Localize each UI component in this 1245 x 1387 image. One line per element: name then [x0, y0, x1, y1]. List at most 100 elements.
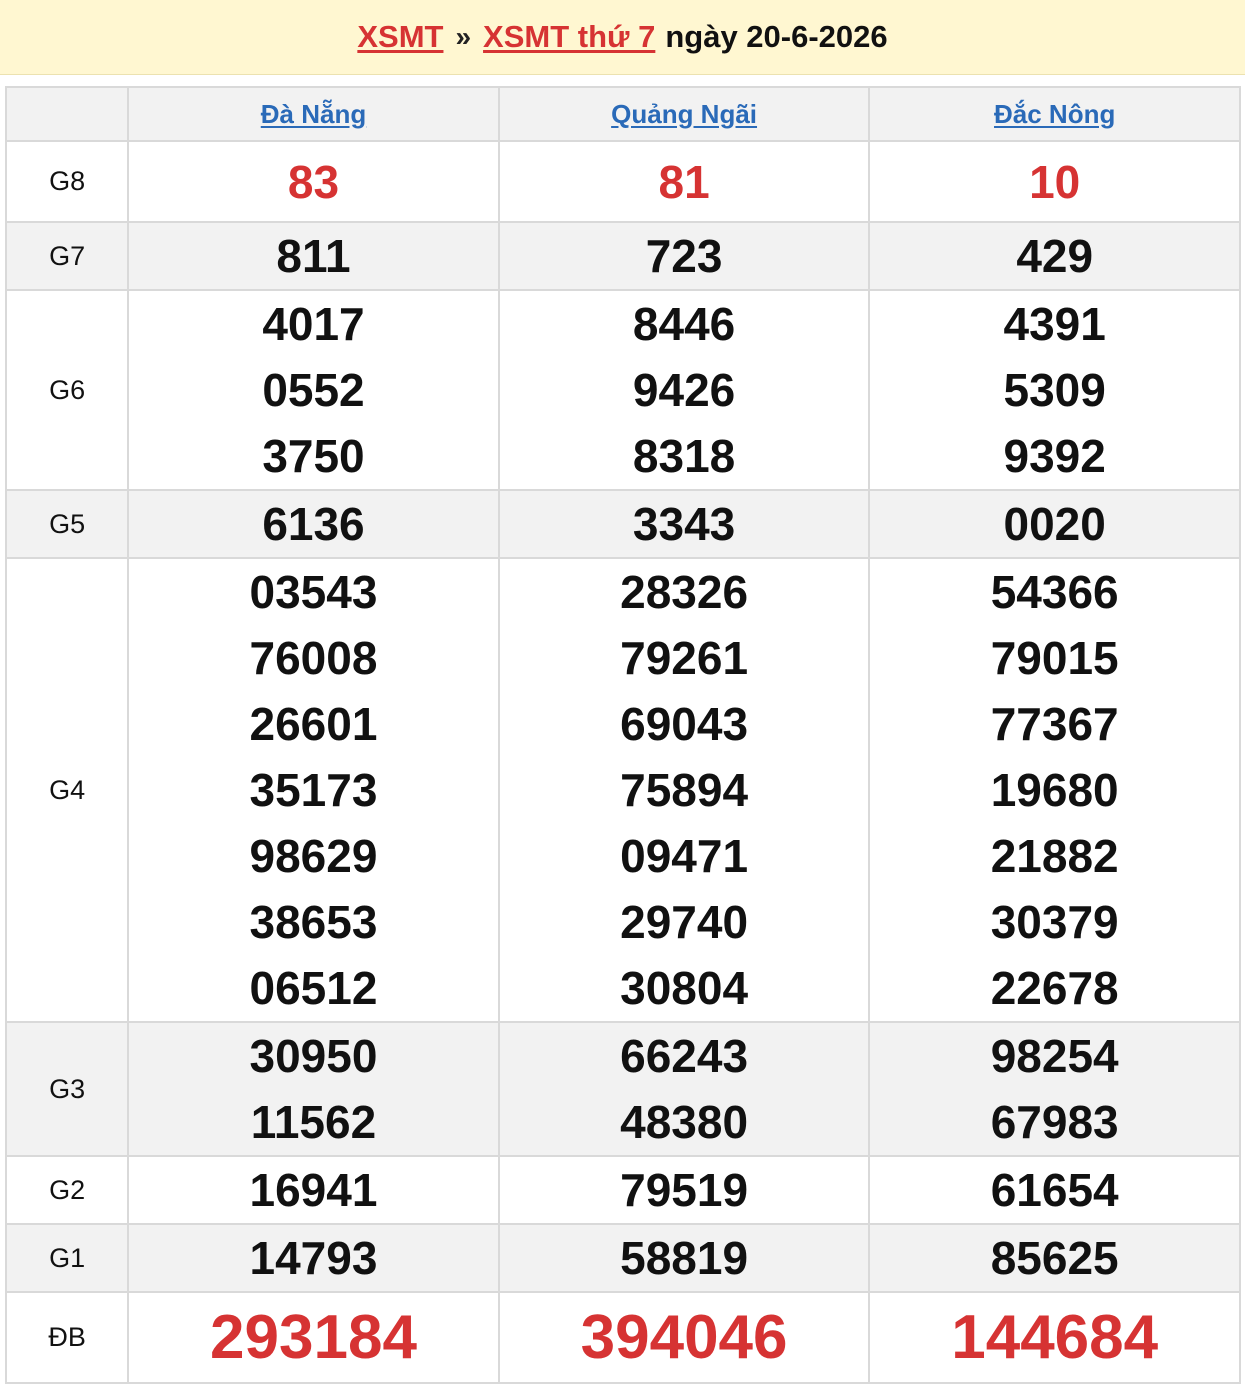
prize-number: 16941 [249, 1164, 378, 1216]
breadcrumb-separator: » [455, 21, 472, 52]
prize-number: 8318 [632, 430, 736, 482]
prize-row-g5: G5 6136 3343 0020 [4, 489, 1241, 559]
special-prize-number: 394046 [580, 1302, 788, 1372]
xsmt-link[interactable]: XSMT [357, 19, 443, 55]
prize-row-g1: G1 14793 58819 85625 [4, 1223, 1241, 1293]
results-table: Đà Nẵng Quảng Ngãi Đắc Nông G8 83 81 10 … [4, 86, 1241, 1384]
prize-label: G8 [4, 140, 130, 223]
province-cell: Quảng Ngãi [497, 86, 871, 142]
prize-number: 85625 [990, 1232, 1119, 1284]
province-header-row: Đà Nẵng Quảng Ngãi Đắc Nông [4, 86, 1241, 142]
prize-number: 19680 [990, 764, 1119, 816]
prize-number: 9426 [632, 364, 736, 416]
prize-number: 429 [1016, 230, 1094, 282]
draw-date: ngày 20-6-2026 [665, 19, 888, 54]
prize-number: 03543 [249, 566, 378, 618]
prize-number: 29740 [620, 896, 749, 948]
province-cell: Đà Nẵng [127, 86, 500, 142]
prize-number: 21882 [990, 830, 1119, 882]
prize-cell: 723 [497, 221, 871, 291]
prize-number: 723 [645, 230, 723, 282]
prize-cell: 8446 9426 8318 [497, 289, 871, 491]
breadcrumb-header: XSMT » XSMT thứ 7 ngày 20-6-2026 [0, 0, 1245, 75]
prize-number: 69043 [620, 698, 749, 750]
prize-cell: 66243 48380 [497, 1021, 871, 1157]
prize-cell: 4391 5309 9392 [868, 289, 1241, 491]
prize-cell: 4017 0552 3750 [127, 289, 500, 491]
prize-number: 22678 [990, 962, 1119, 1014]
prize-label: G3 [4, 1021, 130, 1157]
prize-cell: 03543 76008 26601 35173 98629 38653 0651… [127, 557, 500, 1023]
prize-label: ĐB [4, 1291, 130, 1384]
prize-number: 30804 [620, 962, 749, 1014]
prize-row-g8: G8 83 81 10 [4, 140, 1241, 223]
province-link-quang-ngai[interactable]: Quảng Ngãi [611, 99, 757, 129]
prize-number: 38653 [249, 896, 378, 948]
prize-label: G1 [4, 1223, 130, 1293]
prize-row-g6: G6 4017 0552 3750 8446 9426 8318 4391 53… [4, 289, 1241, 491]
prize-row-special: ĐB 293184 394046 144684 [4, 1291, 1241, 1384]
xsmt-thu-7-link[interactable]: XSMT thứ 7 [483, 19, 655, 55]
prize-cell: 85625 [868, 1223, 1241, 1293]
prize-number: 10 [1029, 155, 1081, 208]
prize-label: G6 [4, 289, 130, 491]
prize-number: 3750 [262, 430, 365, 482]
prize-number: 81 [658, 155, 710, 208]
prize-number: 11562 [250, 1096, 377, 1148]
prize-number: 8446 [632, 298, 736, 350]
prize-cell: 81 [497, 140, 871, 223]
prize-label: G4 [4, 557, 130, 1023]
prize-number: 77367 [990, 698, 1119, 750]
prize-number: 66243 [620, 1030, 749, 1082]
province-link-da-nang[interactable]: Đà Nẵng [261, 99, 366, 129]
prize-cell: 28326 79261 69043 75894 09471 29740 3080… [497, 557, 871, 1023]
corner-cell [4, 86, 130, 142]
prize-cell: 394046 [497, 1291, 871, 1384]
prize-number: 3343 [632, 498, 736, 550]
province-cell: Đắc Nông [868, 86, 1241, 142]
prize-number: 83 [287, 155, 340, 208]
prize-number: 0020 [1003, 498, 1106, 550]
prize-number: 30379 [990, 896, 1119, 948]
prize-number: 0552 [262, 364, 365, 416]
province-link-dac-nong[interactable]: Đắc Nông [994, 99, 1115, 129]
prize-number: 75894 [620, 764, 749, 816]
prize-cell: 0020 [868, 489, 1241, 559]
prize-cell: 98254 67983 [868, 1021, 1241, 1157]
prize-label: G5 [4, 489, 130, 559]
prize-cell: 54366 79015 77367 19680 21882 30379 2267… [868, 557, 1241, 1023]
special-prize-number: 293184 [210, 1302, 417, 1372]
prize-number: 67983 [990, 1096, 1119, 1148]
special-prize-number: 144684 [951, 1302, 1159, 1372]
prize-cell: 293184 [127, 1291, 500, 1384]
prize-label: G2 [4, 1155, 130, 1225]
prize-number: 4391 [1003, 298, 1106, 350]
prize-cell: 16941 [127, 1155, 500, 1225]
prize-cell: 429 [868, 221, 1241, 291]
prize-cell: 144684 [868, 1291, 1241, 1384]
prize-number: 30950 [249, 1030, 378, 1082]
prize-number: 54366 [990, 566, 1119, 618]
prize-number: 79261 [620, 632, 749, 684]
prize-cell: 10 [868, 140, 1241, 223]
prize-number: 79519 [620, 1164, 749, 1216]
prize-cell: 58819 [497, 1223, 871, 1293]
prize-label: G7 [4, 221, 130, 291]
prize-row-g7: G7 811 723 429 [4, 221, 1241, 291]
prize-number: 6136 [262, 498, 365, 550]
prize-number: 9392 [1003, 430, 1106, 482]
prize-number: 48380 [620, 1096, 749, 1148]
prize-number: 98254 [990, 1030, 1119, 1082]
prize-number: 76008 [249, 632, 378, 684]
prize-number: 26601 [249, 698, 378, 750]
prize-number: 35173 [249, 764, 378, 816]
prize-cell: 61654 [868, 1155, 1241, 1225]
prize-cell: 6136 [127, 489, 500, 559]
prize-number: 61654 [990, 1164, 1119, 1216]
prize-row-g2: G2 16941 79519 61654 [4, 1155, 1241, 1225]
prize-number: 811 [276, 230, 351, 282]
prize-cell: 3343 [497, 489, 871, 559]
prize-cell: 30950 11562 [127, 1021, 500, 1157]
prize-number: 14793 [249, 1232, 378, 1284]
prize-number: 06512 [249, 962, 378, 1014]
